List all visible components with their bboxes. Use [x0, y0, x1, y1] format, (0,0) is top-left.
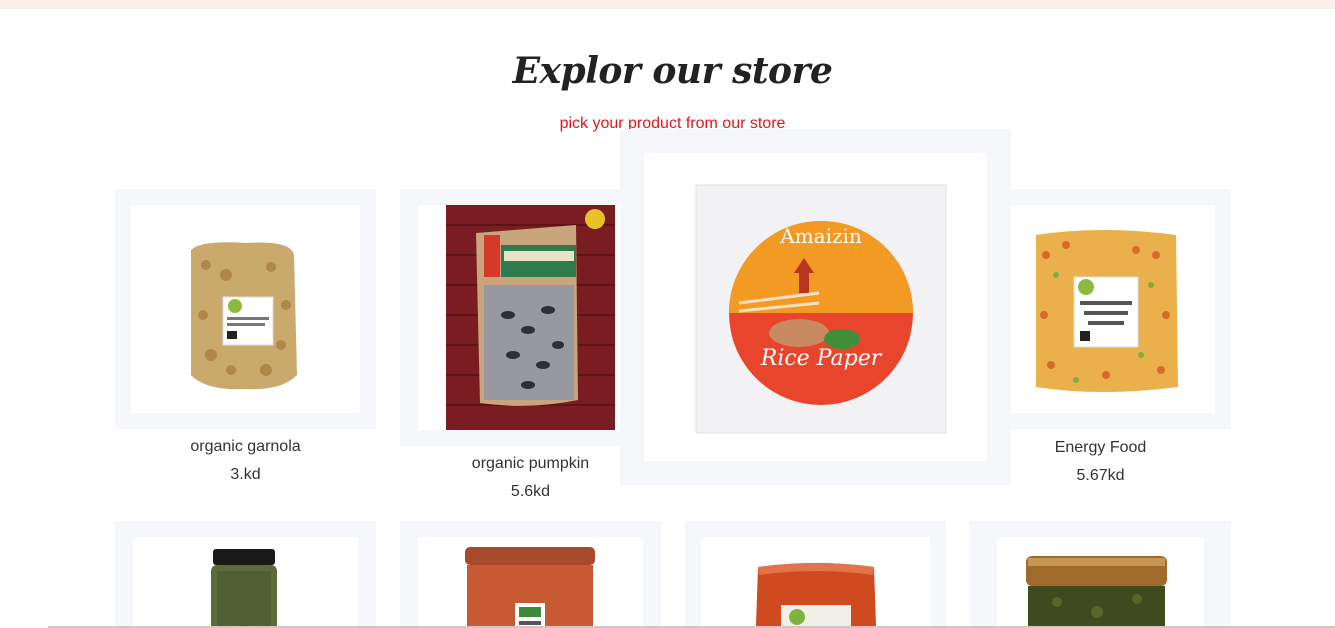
section-title: Explor our store	[512, 50, 833, 92]
product-card-granola[interactable]	[115, 189, 376, 429]
product-image-pumpkin[interactable]	[418, 205, 643, 430]
top-bar	[0, 0, 1335, 9]
product-price: 3.kd	[230, 466, 261, 483]
product-image-granola[interactable]	[131, 205, 360, 413]
product-card-spice[interactable]	[685, 521, 946, 628]
product-image-soup-mix[interactable]	[986, 205, 1215, 413]
product-card-paste-jar[interactable]	[970, 521, 1231, 628]
product-card-herb-jar[interactable]	[115, 521, 376, 628]
product-image-herb-jar[interactable]	[133, 537, 358, 628]
brand-text: Amaizin	[779, 224, 862, 248]
product-card-rice-paper[interactable]: Amaizin Rice Paper	[620, 129, 1011, 485]
package-label-text: Rice Paper	[760, 346, 883, 371]
product-image-now-food[interactable]	[418, 537, 643, 628]
product-price: 5.6kd	[510, 483, 551, 500]
product-name[interactable]: organic garnola	[115, 438, 376, 456]
product-card-now-food[interactable]	[400, 521, 661, 628]
product-image-rice-paper[interactable]: Amaizin Rice Paper	[644, 153, 987, 461]
product-image-paste-jar[interactable]	[997, 537, 1204, 628]
product-image-spice[interactable]	[701, 537, 930, 628]
